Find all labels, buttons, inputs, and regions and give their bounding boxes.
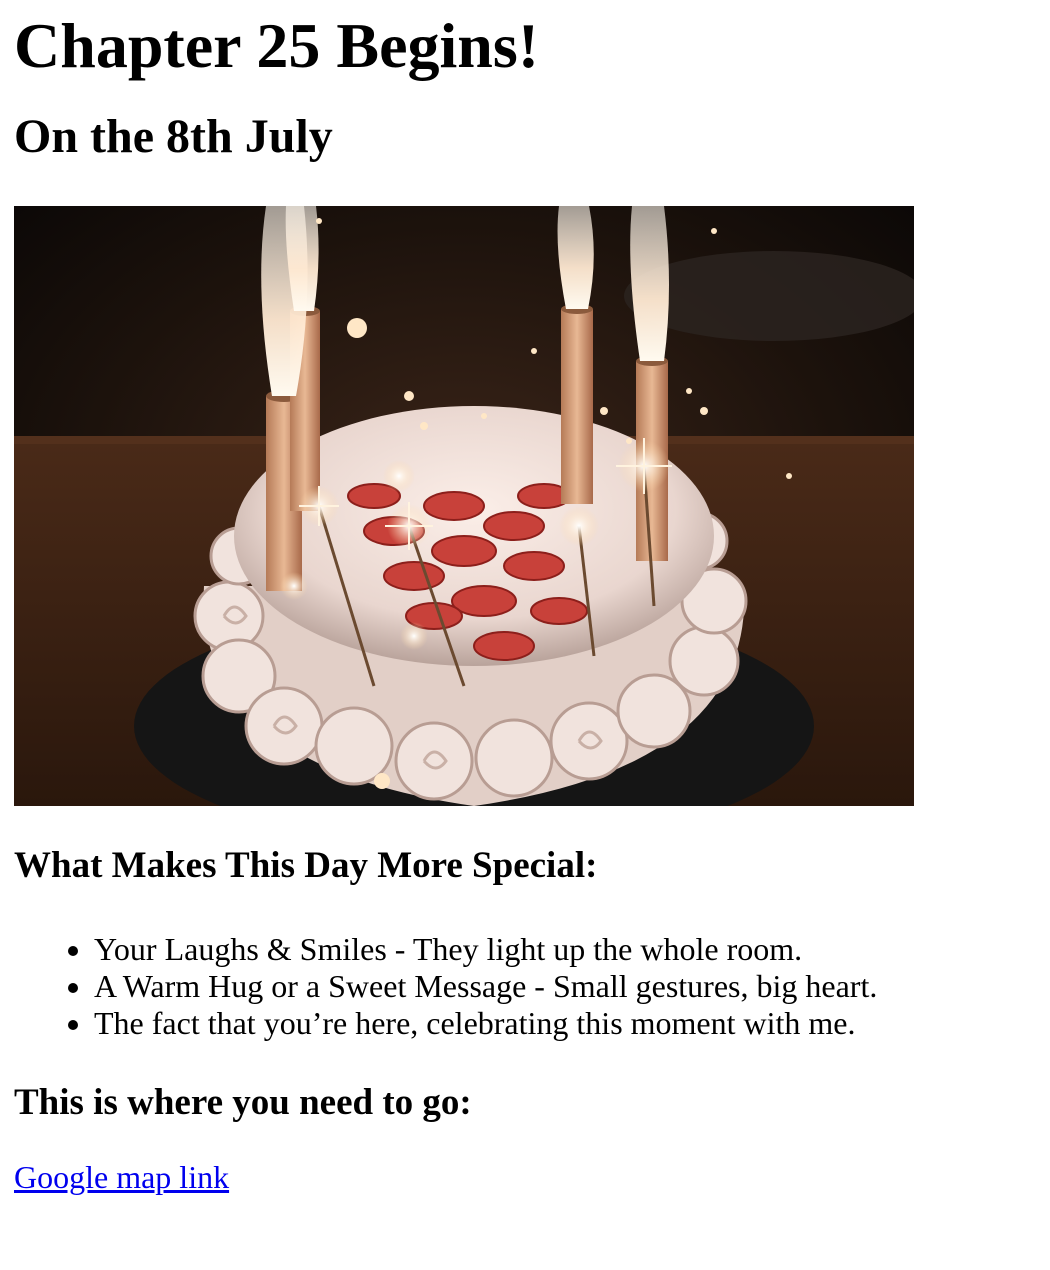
birthday-cake-image — [14, 206, 914, 806]
birthday-cake-photo-icon — [14, 206, 914, 806]
page-title: Chapter 25 Begins! — [14, 10, 540, 81]
location-heading: This is where you need to go: — [14, 1082, 472, 1123]
special-list: Your Laughs & Smiles - They light up the… — [14, 931, 1036, 1042]
location-paragraph: Google map link — [14, 1159, 1036, 1196]
list-item: The fact that you’re here, celebrating t… — [94, 1005, 1036, 1042]
google-map-link[interactable]: Google map link — [14, 1159, 229, 1195]
page-subtitle: On the 8th July — [14, 110, 333, 163]
list-item: A Warm Hug or a Sweet Message - Small ge… — [94, 968, 1036, 1005]
page: Chapter 25 Begins! On the 8th July What … — [0, 8, 1050, 1196]
list-item: Your Laughs & Smiles - They light up the… — [94, 931, 1036, 968]
special-heading: What Makes This Day More Special: — [14, 845, 598, 886]
